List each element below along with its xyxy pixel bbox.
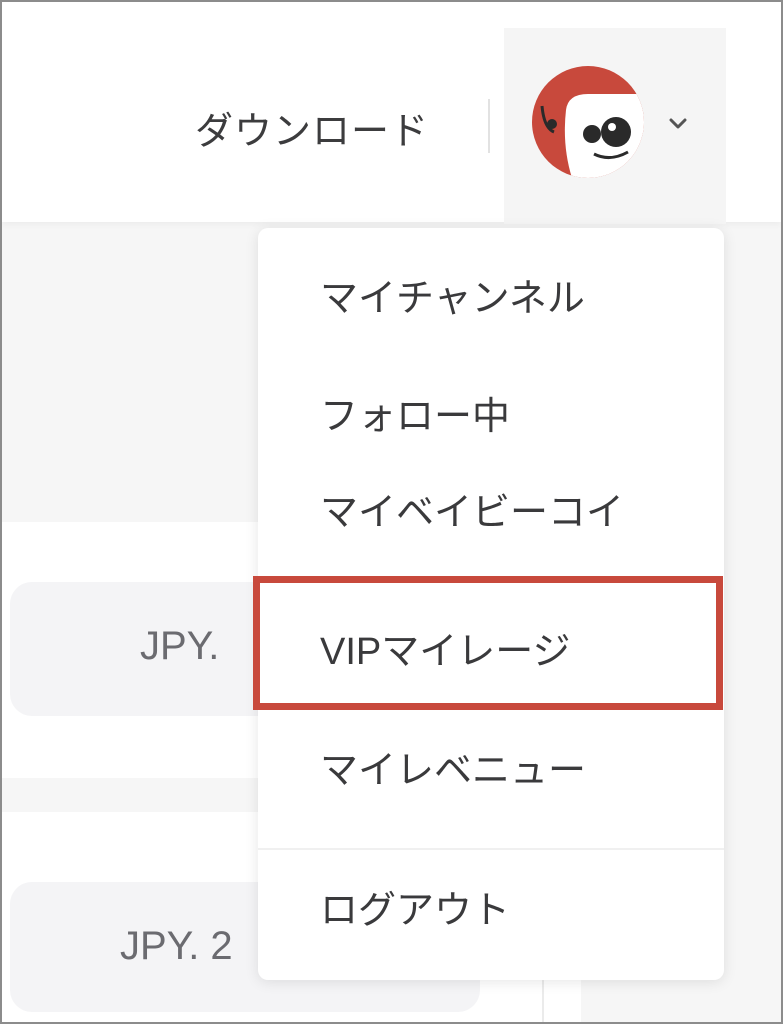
menu-item-vip-mileage[interactable]: VIPマイレージ (320, 620, 571, 684)
account-menu-trigger[interactable] (504, 28, 726, 224)
account-dropdown-menu: マイチャンネル フォロー中 マイベイビーコイン VIPマイレージ マイレベニュー… (258, 228, 724, 980)
header-divider (488, 99, 490, 153)
price-label: JPY. 2 (120, 924, 233, 968)
menu-divider (258, 848, 724, 850)
menu-item-following[interactable]: フォロー中 (320, 384, 510, 448)
menu-item-my-coin[interactable]: マイベイビーコイン (320, 480, 650, 560)
menu-item-my-channel[interactable]: マイチャンネル (320, 266, 585, 330)
price-label: JPY. (140, 624, 220, 668)
menu-item-my-revenue[interactable]: マイレベニュー (320, 738, 586, 802)
menu-item-logout[interactable]: ログアウト (320, 878, 510, 942)
chevron-down-icon[interactable] (666, 112, 690, 136)
top-header: ダウンロード (2, 2, 781, 224)
download-link[interactable]: ダウンロード (195, 100, 429, 155)
screenshot-frame: ダウンロード JPY. JPY. 2 マイチャンネル フォロー中 マイベイビーコ… (0, 0, 783, 1024)
user-avatar-icon[interactable] (532, 66, 644, 178)
